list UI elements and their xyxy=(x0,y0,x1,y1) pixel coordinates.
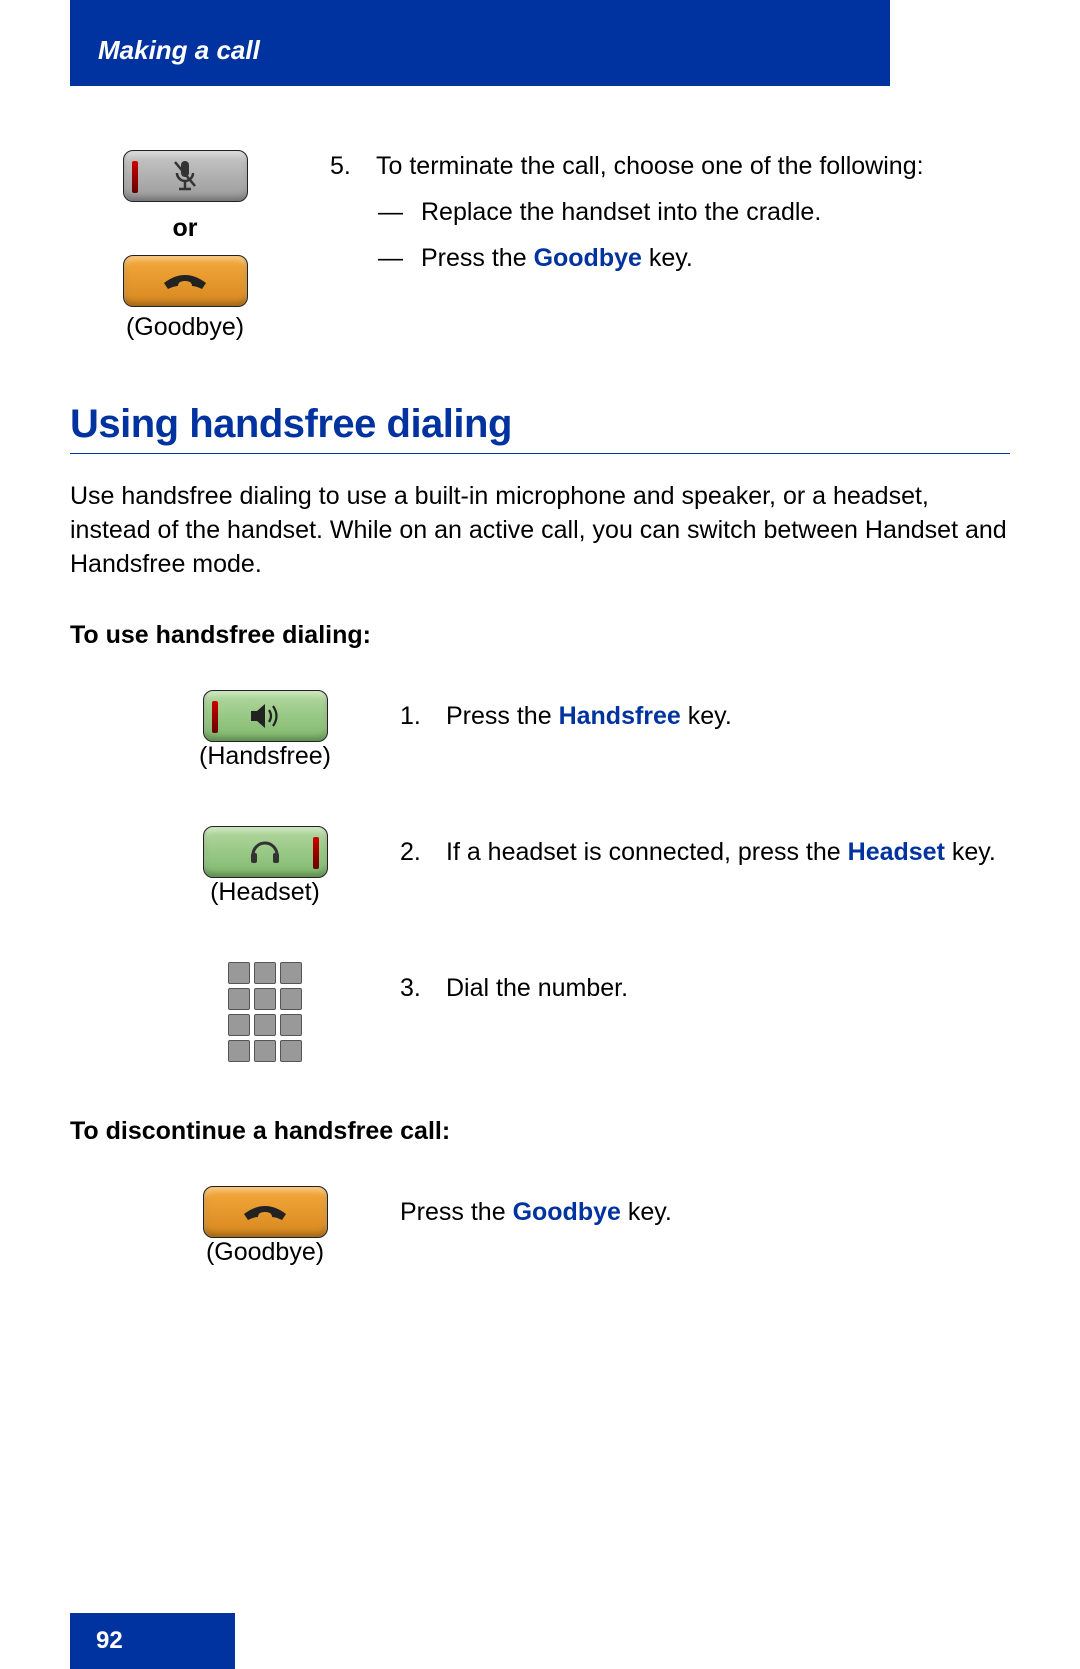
section-intro: Use handsfree dialing to use a built-in … xyxy=(70,480,1010,581)
step5-lead: To terminate the call, choose one of the… xyxy=(376,150,924,184)
step3-text: Dial the number. xyxy=(446,972,628,1006)
goodbye-key-icon-2 xyxy=(203,1186,328,1238)
speaker-icon xyxy=(247,701,283,731)
header-title: Making a call xyxy=(98,35,260,65)
step5-icon-column: or (Goodbye) xyxy=(70,140,300,342)
step2-text: If a headset is connected, press the Hea… xyxy=(446,836,996,870)
step1-text: Press the Handsfree key. xyxy=(446,700,732,734)
or-label: or xyxy=(173,214,198,243)
step5-text: 5. To terminate the call, choose one of … xyxy=(330,140,1010,275)
page-footer: 92 xyxy=(70,1613,235,1669)
subheading-discontinue: To discontinue a handsfree call: xyxy=(70,1117,1010,1146)
subheading-use: To use handsfree dialing: xyxy=(70,621,1010,650)
step2-number: 2. xyxy=(400,836,428,870)
step5-row: or (Goodbye) 5. To terminate the call, c… xyxy=(70,140,1010,342)
step5-bullet-1-text: Replace the handset into the cradle. xyxy=(421,196,821,230)
step5-bullet-2: — Press the Goodbye key. xyxy=(330,242,1010,276)
headset-icon xyxy=(247,837,283,867)
page-content: or (Goodbye) 5. To terminate the call, c… xyxy=(70,140,1010,1322)
page-header: Making a call xyxy=(70,0,890,86)
goodbye-label: (Goodbye) xyxy=(126,313,244,342)
document-page: Making a call or xyxy=(0,0,1080,1669)
step-discontinue: (Goodbye) Press the Goodbye key. xyxy=(70,1186,1010,1267)
step-handsfree: (Handsfree) 1. Press the Handsfree key. xyxy=(70,690,1010,771)
goodbye-label-2: (Goodbye) xyxy=(206,1238,324,1267)
step-dial: 3. Dial the number. xyxy=(70,962,1010,1062)
page-number: 92 xyxy=(96,1627,123,1655)
step5-bullet-1: — Replace the handset into the cradle. xyxy=(330,196,1010,230)
headset-label: (Headset) xyxy=(210,878,320,907)
handsfree-label: (Handsfree) xyxy=(199,742,331,771)
discontinue-text: Press the Goodbye key. xyxy=(400,1198,672,1226)
goodbye-key-icon xyxy=(123,255,248,307)
step5-bullet-2-text: Press the Goodbye key. xyxy=(421,242,693,276)
mute-key-icon xyxy=(123,150,248,202)
handset-down-icon xyxy=(160,269,210,293)
keypad-icon xyxy=(228,962,302,1062)
step3-number: 3. xyxy=(400,972,428,1006)
step-headset: (Headset) 2. If a headset is connected, … xyxy=(70,826,1010,907)
headset-key-icon xyxy=(203,826,328,878)
section-heading: Using handsfree dialing xyxy=(70,402,1010,454)
step1-number: 1. xyxy=(400,700,428,734)
handset-down-icon xyxy=(240,1200,290,1224)
microphone-slash-icon xyxy=(172,159,198,193)
step5-number: 5. xyxy=(330,150,358,184)
handsfree-key-icon xyxy=(203,690,328,742)
